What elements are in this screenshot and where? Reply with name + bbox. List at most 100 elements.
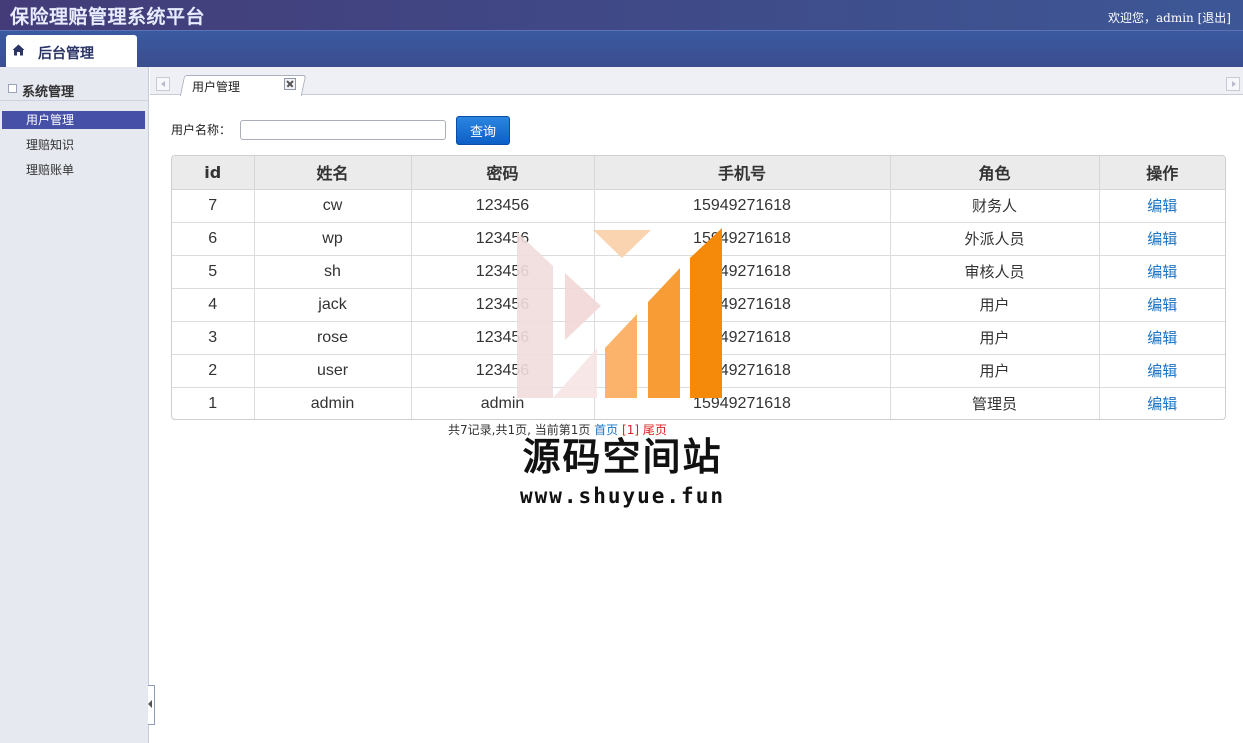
last-page-link[interactable]: 尾页	[643, 423, 667, 437]
home-icon	[12, 44, 25, 56]
cell-phone: 15949271618	[594, 354, 891, 388]
current-page-link[interactable]: [1]	[622, 423, 639, 437]
cell-action: 编辑	[1099, 321, 1225, 355]
cell-name: jack	[254, 288, 412, 322]
cell-action: 编辑	[1099, 387, 1225, 419]
cell-password: 123456	[411, 255, 595, 289]
edit-link[interactable]: 编辑	[1147, 329, 1177, 347]
edit-link[interactable]: 编辑	[1147, 197, 1177, 215]
table-row: 6 wp 123456 15949271618 外派人员 编辑	[172, 222, 1225, 256]
cell-id: 7	[172, 189, 255, 223]
username-search-label: 用户名称：	[171, 123, 232, 137]
cell-role: 用户	[890, 288, 1100, 322]
edit-link[interactable]: 编辑	[1147, 263, 1177, 281]
column-header-phone: 手机号	[594, 156, 891, 190]
tab-strip: 用户管理	[150, 67, 1243, 96]
sidebar-toggle-handle[interactable]	[148, 685, 155, 725]
welcome-text: 欢迎您，admin	[1108, 11, 1194, 25]
arrow-right-icon	[1232, 81, 1236, 87]
column-header-action: 操作	[1099, 156, 1225, 190]
welcome-area: 欢迎您，admin [退出]	[1108, 9, 1231, 26]
sidebar-section-header[interactable]: 系统管理	[0, 75, 148, 101]
sidebar: 系统管理 用户管理 理赔知识 理赔账单	[0, 67, 149, 743]
cell-id: 2	[172, 354, 255, 388]
chevron-left-icon	[148, 700, 152, 708]
cell-action: 编辑	[1099, 222, 1225, 256]
tab-user-management-content: 用户管理	[192, 75, 304, 95]
column-header-password: 密码	[411, 156, 595, 190]
sidebar-item-user-management[interactable]: 用户管理	[2, 111, 145, 129]
user-table: id 姓名 密码 手机号 角色 操作 7 cw 123456 15949271618 财…	[172, 156, 1225, 419]
edit-link[interactable]: 编辑	[1147, 362, 1177, 380]
table-row: 2 user 123456 15949271618 用户 编辑	[172, 354, 1225, 388]
cell-id: 3	[172, 321, 255, 355]
cell-name: admin	[254, 387, 412, 419]
cell-name: rose	[254, 321, 412, 355]
edit-link[interactable]: 编辑	[1147, 230, 1177, 248]
cell-phone: 15949271618	[594, 321, 891, 355]
cell-action: 编辑	[1099, 189, 1225, 223]
cell-role: 管理员	[890, 387, 1100, 419]
cell-name: user	[254, 354, 412, 388]
table-header-row: id 姓名 密码 手机号 角色 操作	[172, 156, 1225, 190]
cell-password: 123456	[411, 288, 595, 322]
cell-password: 123456	[411, 321, 595, 355]
cell-id: 1	[172, 387, 255, 419]
cell-role: 财务人	[890, 189, 1100, 223]
table-row: 1 admin admin 15949271618 管理员 编辑	[172, 387, 1225, 419]
username-search-input[interactable]	[240, 120, 446, 140]
cell-id: 4	[172, 288, 255, 322]
cell-role: 用户	[890, 321, 1100, 355]
cell-password: admin	[411, 387, 595, 419]
cell-id: 6	[172, 222, 255, 256]
top-header: 保险理赔管理系统平台 欢迎您，admin [退出]	[0, 0, 1243, 30]
column-header-role: 角色	[890, 156, 1100, 190]
sidebar-section-title: 系统管理	[22, 85, 75, 100]
collapse-icon[interactable]	[8, 84, 17, 93]
query-button[interactable]: 查询	[456, 116, 510, 145]
cell-phone: 15949271618	[594, 387, 891, 419]
tab-label: 用户管理	[192, 80, 241, 94]
tab-scroll-left-button[interactable]	[156, 77, 170, 91]
pagination-summary: 共7记录,共1页, 当前第1页	[448, 423, 595, 437]
table-row: 7 cw 123456 15949271618 财务人 编辑	[172, 189, 1225, 223]
cell-role: 用户	[890, 354, 1100, 388]
column-header-id: id	[172, 156, 255, 190]
tab-scroll-right-button[interactable]	[1226, 77, 1240, 91]
first-page-link[interactable]: 首页	[594, 423, 618, 437]
cell-password: 123456	[411, 189, 595, 223]
cell-password: 123456	[411, 222, 595, 256]
main-navbar: 后台管理	[0, 30, 1243, 69]
cell-role: 审核人员	[890, 255, 1100, 289]
edit-link[interactable]: 编辑	[1147, 296, 1177, 314]
cell-phone: 15949271618	[594, 255, 891, 289]
sidebar-item-claim-bills[interactable]: 理赔账单	[2, 161, 145, 179]
watermark-url: www.shuyue.fun	[519, 484, 725, 508]
user-table-container: id 姓名 密码 手机号 角色 操作 7 cw 123456 15949271618 财…	[171, 155, 1226, 420]
sidebar-item-claim-knowledge[interactable]: 理赔知识	[2, 136, 145, 154]
nav-tab-admin[interactable]: 后台管理	[6, 35, 137, 69]
table-row: 4 jack 123456 15949271618 用户 编辑	[172, 288, 1225, 322]
close-icon[interactable]	[284, 78, 296, 90]
cell-phone: 15949271618	[594, 288, 891, 322]
cell-name: cw	[254, 189, 412, 223]
cell-action: 编辑	[1099, 288, 1225, 322]
logout-link[interactable]: [退出]	[1198, 11, 1231, 25]
cell-role: 外派人员	[890, 222, 1100, 256]
arrow-left-icon	[161, 81, 165, 87]
table-row: 3 rose 123456 15949271618 用户 编辑	[172, 321, 1225, 355]
pagination: 共7记录,共1页, 当前第1页 首页 [1] 尾页	[448, 421, 667, 438]
edit-link[interactable]: 编辑	[1147, 395, 1177, 413]
cell-action: 编辑	[1099, 255, 1225, 289]
cell-phone: 15949271618	[594, 222, 891, 256]
cell-password: 123456	[411, 354, 595, 388]
table-row: 5 sh 123456 15949271618 审核人员 编辑	[172, 255, 1225, 289]
cell-name: sh	[254, 255, 412, 289]
cell-id: 5	[172, 255, 255, 289]
column-header-name: 姓名	[254, 156, 412, 190]
nav-tab-label: 后台管理	[38, 46, 94, 62]
cell-name: wp	[254, 222, 412, 256]
cell-action: 编辑	[1099, 354, 1225, 388]
cell-phone: 15949271618	[594, 189, 891, 223]
app-title: 保险理赔管理系统平台	[10, 6, 206, 28]
